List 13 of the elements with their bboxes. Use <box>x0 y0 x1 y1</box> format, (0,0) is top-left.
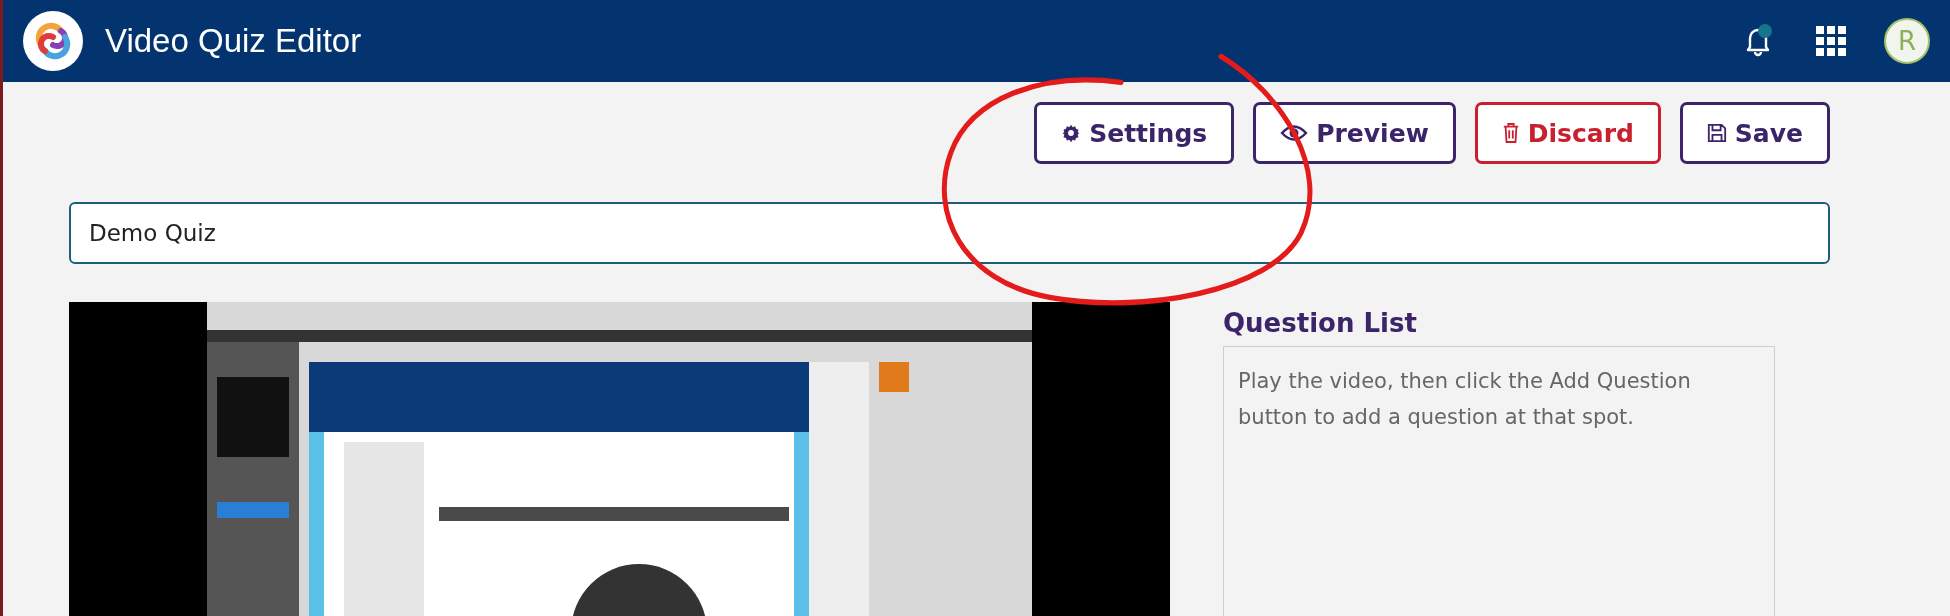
quiz-title-field[interactable]: Demo Quiz <box>69 202 1830 264</box>
trash-icon <box>1501 122 1520 144</box>
empty-list-message: Play the video, then click the Add Question button to add a question at that spot. <box>1238 368 1692 431</box>
eye-icon <box>1280 123 1309 143</box>
save-button[interactable]: Save <box>1679 102 1830 164</box>
preview-button[interactable]: Preview <box>1253 102 1456 164</box>
settings-button[interactable]: Settings <box>1034 102 1235 164</box>
question-list-heading: Question List <box>1223 308 1418 338</box>
logo-icon <box>23 11 83 71</box>
discard-button[interactable]: Discard <box>1474 102 1661 164</box>
apps-grid-icon[interactable] <box>1816 26 1846 56</box>
app-title: Video Quiz Editor <box>105 22 362 60</box>
gear-icon <box>1061 123 1082 143</box>
